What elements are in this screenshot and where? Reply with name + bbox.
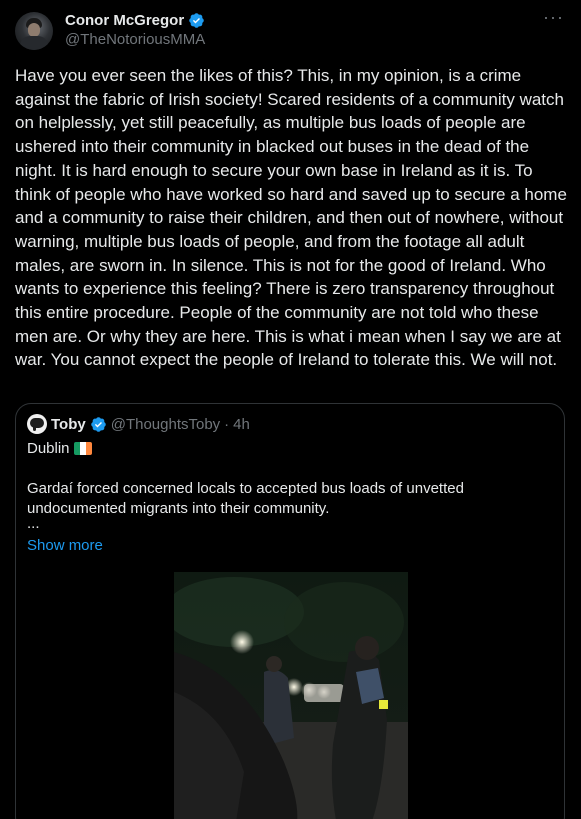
ireland-flag-icon bbox=[73, 442, 92, 455]
author-avatar[interactable] bbox=[15, 12, 53, 50]
quoted-tweet[interactable]: Toby @ThoughtsToby · 4h Dublin Gardaí fo… bbox=[15, 403, 565, 819]
tweet-header: Conor McGregor @TheNotoriousMMA ··· bbox=[15, 8, 566, 54]
author-info: Conor McGregor @TheNotoriousMMA bbox=[65, 12, 205, 48]
quoted-place: Dublin bbox=[27, 440, 70, 457]
quoted-handle[interactable]: @ThoughtsToby bbox=[111, 416, 220, 433]
quoted-author-avatar[interactable] bbox=[27, 414, 47, 434]
quoted-place-line: Dublin bbox=[27, 440, 92, 457]
more-options-icon[interactable]: ··· bbox=[543, 8, 564, 26]
quoted-header: Toby @ThoughtsToby · 4h bbox=[27, 414, 250, 434]
tweet[interactable]: Conor McGregor @TheNotoriousMMA ··· Have… bbox=[0, 0, 581, 819]
author-display-name[interactable]: Conor McGregor bbox=[65, 12, 184, 29]
quoted-text: Gardaí forced concerned locals to accept… bbox=[27, 480, 464, 517]
quoted-time[interactable]: 4h bbox=[233, 416, 250, 433]
quoted-display-name[interactable]: Toby bbox=[51, 416, 86, 433]
tweet-text: Have you ever seen the likes of this? Th… bbox=[15, 66, 572, 370]
quoted-ellipsis: ... bbox=[27, 515, 40, 532]
verified-badge-icon bbox=[90, 416, 107, 433]
quoted-video[interactable] bbox=[174, 572, 408, 819]
verified-badge-icon[interactable] bbox=[188, 12, 205, 29]
show-more-link[interactable]: Show more bbox=[27, 537, 103, 554]
quoted-separator: · bbox=[224, 415, 230, 433]
author-handle[interactable]: @TheNotoriousMMA bbox=[65, 31, 205, 48]
